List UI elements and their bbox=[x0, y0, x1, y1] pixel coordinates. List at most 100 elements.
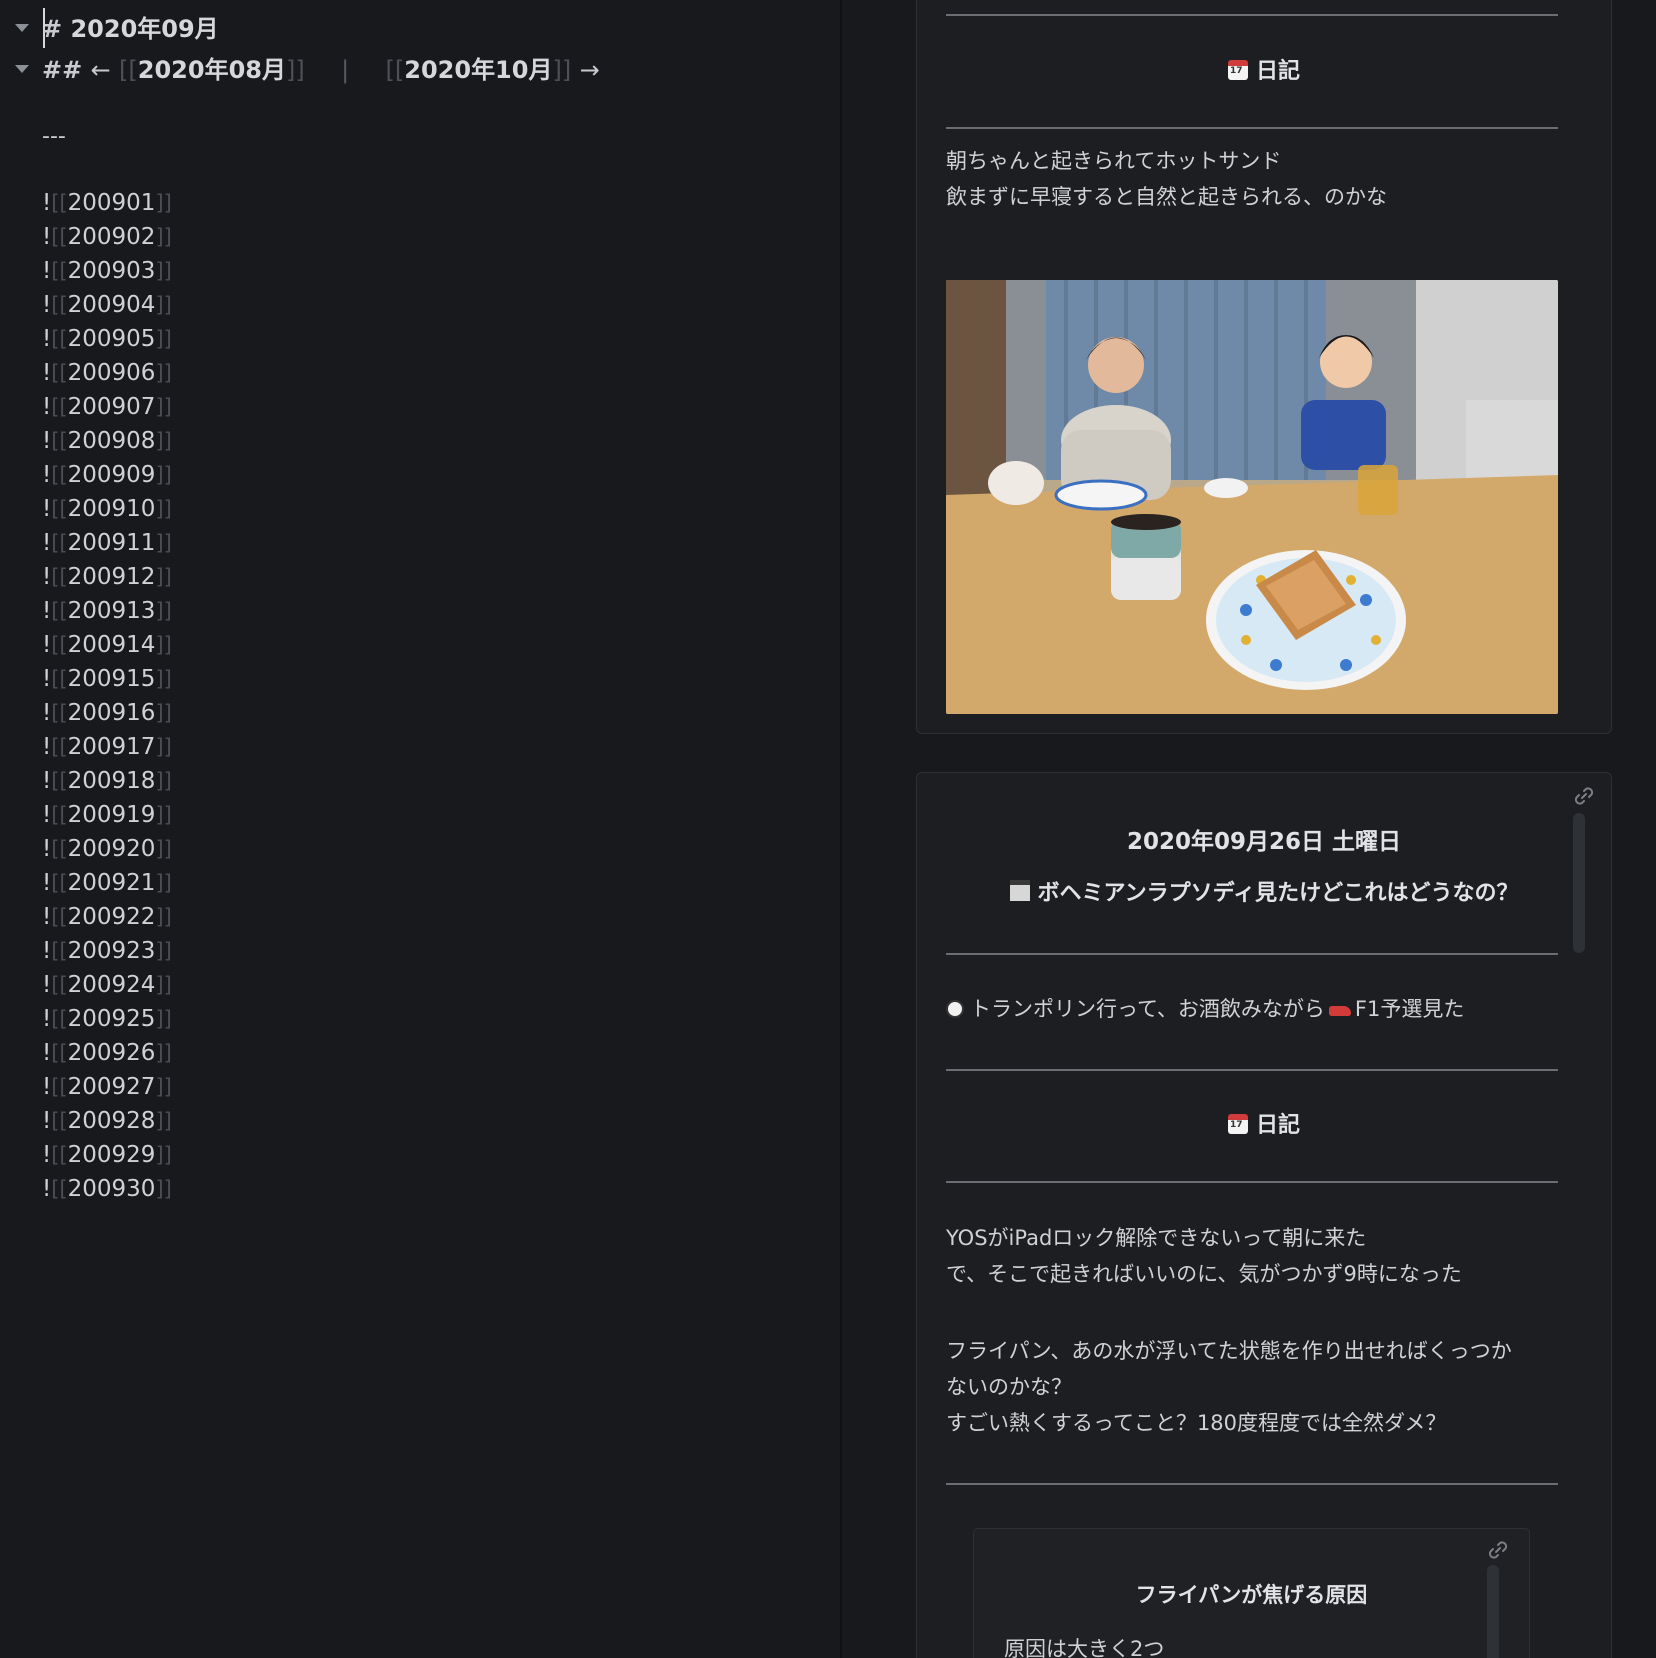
link-bracket: [[ bbox=[51, 837, 68, 861]
embed-link-target[interactable]: 200913 bbox=[68, 598, 156, 624]
embed-link-line[interactable]: ![[200901]] bbox=[42, 190, 172, 216]
embed-link-target[interactable]: 200906 bbox=[68, 360, 156, 386]
embed-link-target[interactable]: 200909 bbox=[68, 462, 156, 488]
embed-marker: ! bbox=[42, 802, 52, 828]
embed-marker: ! bbox=[42, 394, 52, 420]
link-bracket: [[ bbox=[51, 599, 68, 623]
embed-link-line[interactable]: ![[200911]] bbox=[42, 530, 172, 556]
link-bracket: ]] bbox=[285, 56, 305, 84]
embed-marker: ! bbox=[42, 428, 52, 454]
embed-link-line[interactable]: ![[200904]] bbox=[42, 292, 172, 318]
embed-link-line[interactable]: ![[200907]] bbox=[42, 394, 172, 420]
embed-link-target[interactable]: 200902 bbox=[68, 224, 156, 250]
divider bbox=[946, 953, 1558, 955]
embed-link-target[interactable]: 200901 bbox=[68, 190, 156, 216]
link-icon[interactable] bbox=[1487, 1539, 1509, 1561]
divider bbox=[946, 1181, 1558, 1183]
heading-1-line[interactable]: # 2020年09月 bbox=[42, 9, 219, 44]
embed-marker: ! bbox=[42, 904, 52, 930]
embed-link-line[interactable]: ![[200905]] bbox=[42, 326, 172, 352]
link-bracket: [[ bbox=[51, 429, 68, 453]
embed-link-line[interactable]: ![[200921]] bbox=[42, 870, 172, 896]
next-month-link[interactable]: 2020年10月 bbox=[404, 56, 552, 84]
link-bracket: [[ bbox=[51, 769, 68, 793]
embed-link-line[interactable]: ![[200906]] bbox=[42, 360, 172, 386]
embed-link-target[interactable]: 200905 bbox=[68, 326, 156, 352]
embed-link-target[interactable]: 200904 bbox=[68, 292, 156, 318]
embed-link-target[interactable]: 200920 bbox=[68, 836, 156, 862]
embed-link-line[interactable]: ![[200916]] bbox=[42, 700, 172, 726]
link-bracket: ]] bbox=[155, 633, 172, 657]
embed-link-target[interactable]: 200923 bbox=[68, 938, 156, 964]
link-bracket: ]] bbox=[155, 565, 172, 589]
embed-link-line[interactable]: ![[200923]] bbox=[42, 938, 172, 964]
embed-link-line[interactable]: ![[200914]] bbox=[42, 632, 172, 658]
embed-link-target[interactable]: 200915 bbox=[68, 666, 156, 692]
embed-link-target[interactable]: 200919 bbox=[68, 802, 156, 828]
embed-marker: ! bbox=[42, 496, 52, 522]
divider bbox=[946, 127, 1558, 129]
embed-link-target[interactable]: 200921 bbox=[68, 870, 156, 896]
embed-link-target[interactable]: 200925 bbox=[68, 1006, 156, 1032]
embed-link-target[interactable]: 200927 bbox=[68, 1074, 156, 1100]
embed-link-target[interactable]: 200916 bbox=[68, 700, 156, 726]
embed-link-target[interactable]: 200908 bbox=[68, 428, 156, 454]
embed-link-line[interactable]: ![[200910]] bbox=[42, 496, 172, 522]
embed-link-target[interactable]: 200917 bbox=[68, 734, 156, 760]
embed-link-line[interactable]: ![[200930]] bbox=[42, 1176, 172, 1202]
divider bbox=[946, 1483, 1558, 1485]
embed-link-target[interactable]: 200924 bbox=[68, 972, 156, 998]
embed-link-target[interactable]: 200929 bbox=[68, 1142, 156, 1168]
daily-note-card[interactable]: 2020年09月26日 土曜日 ボヘミアンラプソディ見たけどこれはどうなの？ ト… bbox=[916, 772, 1612, 1658]
link-bracket: ]] bbox=[155, 259, 172, 283]
embed-marker: ! bbox=[42, 530, 52, 556]
embed-link-line[interactable]: ![[200913]] bbox=[42, 598, 172, 624]
link-bracket: ]] bbox=[155, 1109, 172, 1133]
embed-link-line[interactable]: ![[200915]] bbox=[42, 666, 172, 692]
embed-link-target[interactable]: 200912 bbox=[68, 564, 156, 590]
heading-2-line[interactable]: ## ← [[2020年08月]] | [[2020年10月]] → bbox=[42, 50, 600, 85]
embed-link-line[interactable]: ![[200917]] bbox=[42, 734, 172, 760]
horizontal-rule-markup[interactable]: --- bbox=[42, 124, 66, 149]
embed-link-line[interactable]: ![[200925]] bbox=[42, 1006, 172, 1032]
embed-link-line[interactable]: ![[200926]] bbox=[42, 1040, 172, 1066]
embed-marker: ! bbox=[42, 1176, 52, 1202]
embed-link-target[interactable]: 200922 bbox=[68, 904, 156, 930]
nested-embed-card[interactable]: フライパンが焦げる原因 原因は大きく2つ bbox=[973, 1528, 1530, 1658]
link-bracket: ]] bbox=[155, 1007, 172, 1031]
embed-link-target[interactable]: 200926 bbox=[68, 1040, 156, 1066]
note-date-title: 2020年09月26日 土曜日 bbox=[1126, 829, 1402, 855]
embedded-note-card[interactable]: 日記 朝ちゃんと起きられてホットサンド 飲まずに早寝すると自然と起きられる、のか… bbox=[916, 0, 1612, 734]
chevron-down-icon[interactable] bbox=[15, 65, 29, 73]
prev-month-link[interactable]: 2020年08月 bbox=[138, 56, 286, 84]
embed-link-line[interactable]: ![[200918]] bbox=[42, 768, 172, 794]
embed-link-line[interactable]: ![[200927]] bbox=[42, 1074, 172, 1100]
embed-link-line[interactable]: ![[200908]] bbox=[42, 428, 172, 454]
calendar-emoji-icon bbox=[1227, 1114, 1248, 1134]
embed-link-line[interactable]: ![[200912]] bbox=[42, 564, 172, 590]
embed-link-target[interactable]: 200911 bbox=[68, 530, 156, 556]
chevron-down-icon[interactable] bbox=[15, 24, 29, 32]
embed-link-line[interactable]: ![[200920]] bbox=[42, 836, 172, 862]
soccer-ball-emoji-icon bbox=[946, 1000, 964, 1018]
embed-link-line[interactable]: ![[200924]] bbox=[42, 972, 172, 998]
link-icon[interactable] bbox=[1573, 785, 1595, 807]
link-bracket: ]] bbox=[155, 939, 172, 963]
embed-link-target[interactable]: 200903 bbox=[68, 258, 156, 284]
embed-link-target[interactable]: 200930 bbox=[68, 1176, 156, 1202]
embed-link-target[interactable]: 200918 bbox=[68, 768, 156, 794]
embed-link-target[interactable]: 200910 bbox=[68, 496, 156, 522]
markdown-editor-pane[interactable]: # 2020年09月 ## ← [[2020年08月]] | [[2020年10… bbox=[0, 0, 842, 1658]
embed-link-line[interactable]: ![[200929]] bbox=[42, 1142, 172, 1168]
embed-link-target[interactable]: 200928 bbox=[68, 1108, 156, 1134]
embed-link-line[interactable]: ![[200909]] bbox=[42, 462, 172, 488]
embed-link-line[interactable]: ![[200902]] bbox=[42, 224, 172, 250]
embed-link-line[interactable]: ![[200903]] bbox=[42, 258, 172, 284]
preview-pane[interactable]: 日記 朝ちゃんと起きられてホットサンド 飲まずに早寝すると自然と起きられる、のか… bbox=[842, 0, 1656, 1658]
link-bracket: [[ bbox=[119, 56, 138, 84]
embed-link-target[interactable]: 200914 bbox=[68, 632, 156, 658]
embed-link-line[interactable]: ![[200928]] bbox=[42, 1108, 172, 1134]
embed-link-target[interactable]: 200907 bbox=[68, 394, 156, 420]
embed-link-line[interactable]: ![[200922]] bbox=[42, 904, 172, 930]
embed-link-line[interactable]: ![[200919]] bbox=[42, 802, 172, 828]
